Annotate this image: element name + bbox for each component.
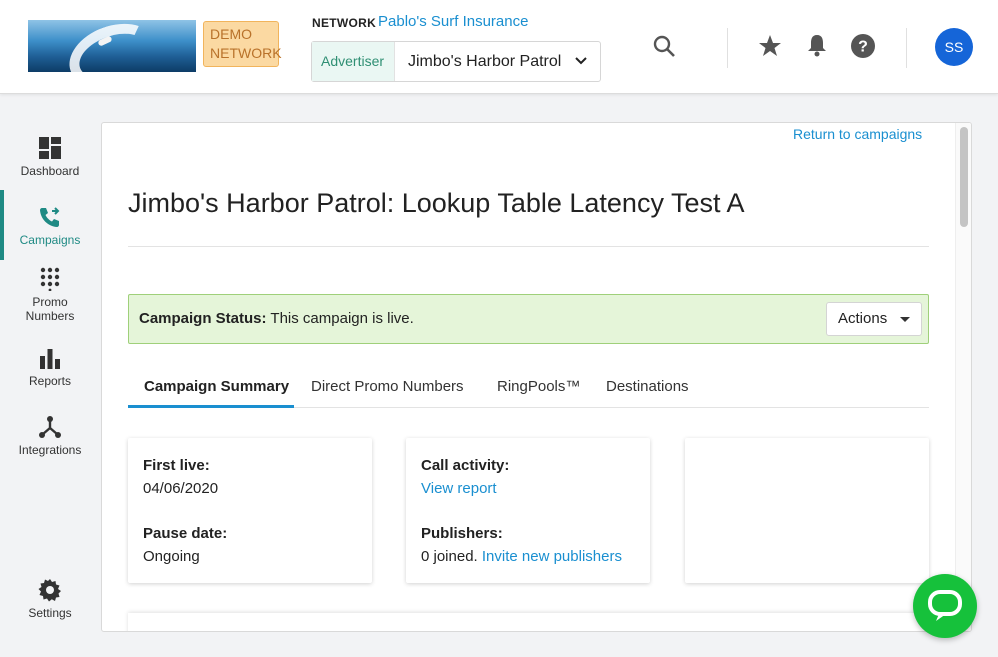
dashboard-icon — [39, 137, 61, 159]
integrations-icon — [39, 416, 61, 438]
sidebar-item-campaigns[interactable]: Campaigns — [0, 205, 100, 247]
active-tab-underline — [128, 405, 294, 408]
network-label: NETWORK — [312, 16, 377, 30]
summary-card-dates: First live: 04/06/2020 Pause date: Ongoi… — [128, 438, 372, 583]
pause-date-label: Pause date: — [143, 525, 228, 542]
bar-chart-icon — [40, 349, 60, 369]
chevron-down-icon — [575, 57, 587, 65]
chat-bubble-icon — [928, 590, 962, 621]
user-avatar[interactable]: SS — [935, 28, 973, 66]
sidebar-item-settings[interactable]: Settings — [0, 578, 100, 620]
call-activity-label: Call activity: — [421, 457, 510, 474]
summary-card-activity: Call activity: View report Publishers: 0… — [406, 438, 650, 583]
tab-destinations[interactable]: Destinations — [606, 378, 689, 395]
publishers-label: Publishers: — [421, 525, 503, 542]
logo-wave-graphic — [60, 20, 166, 72]
svg-text:?: ? — [858, 39, 868, 56]
sidebar-item-reports[interactable]: Reports — [0, 346, 100, 388]
top-header: DEMO NETWORK NETWORK Pablo's Surf Insura… — [0, 0, 998, 94]
view-report-link[interactable]: View report — [421, 480, 497, 497]
sidebar-nav: Dashboard Campaigns Promo Numbers Report… — [0, 95, 100, 657]
tab-ringpools[interactable]: RingPools™ — [497, 378, 580, 395]
sidebar-item-label: Integrations — [18, 443, 82, 457]
first-live-label: First live: — [143, 457, 210, 474]
scrollbar-thumb[interactable] — [960, 127, 968, 227]
search-icon[interactable] — [652, 34, 678, 60]
advertiser-value: Jimbo's Harbor Patrol — [408, 53, 562, 70]
sidebar-item-label: Promo Numbers — [25, 295, 75, 323]
sidebar-item-label: Settings — [28, 606, 72, 620]
phone-forward-icon — [40, 207, 60, 227]
pause-date-value: Ongoing — [143, 548, 200, 565]
sidebar-item-label: Dashboard — [20, 164, 80, 178]
help-icon[interactable]: ? — [850, 33, 876, 59]
campaign-tabs: Campaign Summary Direct Promo Numbers Ri… — [128, 366, 929, 408]
sidebar-item-label: Reports — [28, 374, 72, 388]
page-title: Jimbo's Harbor Patrol: Lookup Table Late… — [128, 188, 745, 218]
advertiser-tag: Advertiser — [312, 42, 395, 81]
publishers-value: 0 joined. Invite new publishers — [421, 548, 622, 565]
caret-down-icon — [900, 317, 910, 322]
actions-label: Actions — [838, 310, 888, 327]
status-value: This campaign is live. — [270, 310, 414, 327]
lower-section-card — [128, 613, 929, 631]
header-divider — [727, 28, 728, 68]
status-label: Campaign Status: — [139, 310, 267, 327]
first-live-value: 04/06/2020 — [143, 480, 219, 497]
chat-launcher-button[interactable] — [913, 574, 977, 638]
scrollbar-track[interactable] — [955, 123, 971, 631]
publishers-count: 0 joined. — [421, 548, 478, 565]
status-message: Campaign Status: This campaign is live. — [139, 310, 414, 327]
network-name-link[interactable]: Pablo's Surf Insurance — [378, 13, 528, 30]
actions-dropdown-button[interactable]: Actions — [826, 302, 922, 336]
network-logo[interactable] — [28, 20, 196, 72]
return-to-campaigns-link[interactable]: Return to campaigns — [793, 126, 922, 142]
header-divider — [906, 28, 907, 68]
bell-icon[interactable] — [804, 32, 830, 58]
tab-direct-promo-numbers[interactable]: Direct Promo Numbers — [311, 378, 464, 395]
gear-icon — [38, 579, 61, 602]
campaign-status-bar: Campaign Status: This campaign is live. … — [128, 294, 929, 344]
summary-card-empty — [685, 438, 929, 583]
keypad-icon — [40, 267, 60, 291]
advertiser-select[interactable]: Advertiser Jimbo's Harbor Patrol — [311, 41, 601, 82]
sidebar-item-promo-numbers[interactable]: Promo Numbers — [0, 267, 100, 323]
demo-network-badge: DEMO NETWORK — [203, 21, 282, 67]
star-icon[interactable] — [757, 33, 783, 59]
tab-campaign-summary[interactable]: Campaign Summary — [144, 378, 289, 395]
invite-publishers-link[interactable]: Invite new publishers — [482, 548, 622, 565]
sidebar-item-integrations[interactable]: Integrations — [0, 415, 100, 457]
campaign-detail-card: Return to campaigns Jimbo's Harbor Patro… — [101, 122, 972, 632]
sidebar-item-dashboard[interactable]: Dashboard — [0, 136, 100, 178]
sidebar-item-label: Campaigns — [19, 233, 81, 247]
title-divider — [128, 246, 929, 247]
